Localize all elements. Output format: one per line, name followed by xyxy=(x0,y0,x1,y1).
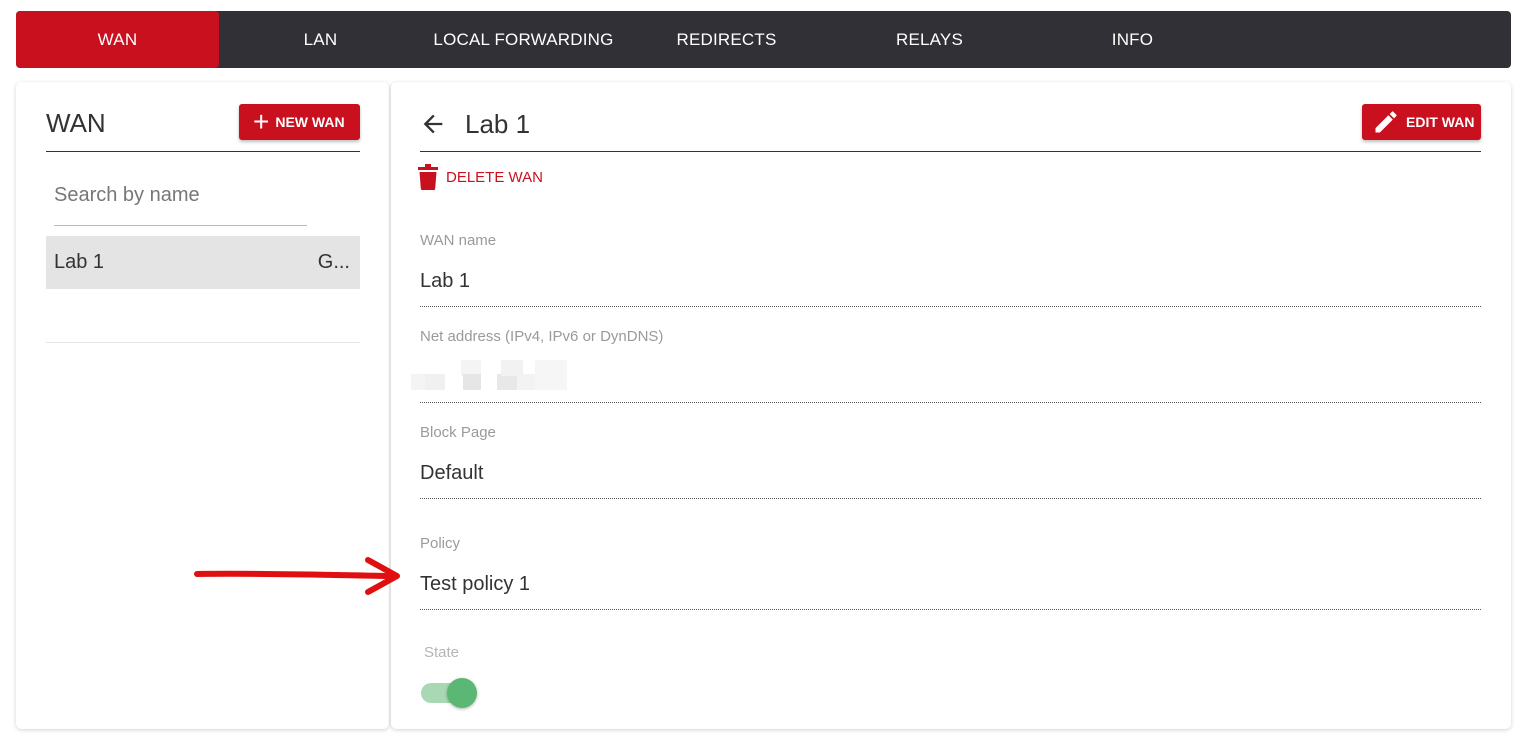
field-value: Lab 1 xyxy=(420,270,471,292)
divider xyxy=(46,342,360,343)
trash-icon xyxy=(418,164,438,190)
wan-detail-panel: Lab 1 EDIT WAN DELETE WAN WAN name Lab 1… xyxy=(391,82,1511,729)
divider xyxy=(46,151,360,152)
divider xyxy=(420,151,1481,152)
tab-local-forwarding[interactable]: LOCAL FORWARDING xyxy=(422,11,625,68)
field-label: WAN name xyxy=(420,232,497,249)
top-nav: WAN LAN LOCAL FORWARDING REDIRECTS RELAY… xyxy=(16,11,1511,68)
tab-wan[interactable]: WAN xyxy=(16,11,219,68)
field-underline xyxy=(420,402,1481,403)
field-label: Net address (IPv4, IPv6 or DynDNS) xyxy=(420,328,664,345)
field-underline xyxy=(420,609,1481,610)
search-field xyxy=(54,184,307,226)
state-label: State xyxy=(424,644,460,661)
pencil-icon xyxy=(1375,111,1397,133)
list-item[interactable]: Lab 1 G... xyxy=(46,236,360,289)
state-toggle[interactable] xyxy=(421,678,479,708)
block-page-field: Block Page Default xyxy=(420,424,1481,499)
delete-wan-button[interactable]: DELETE WAN xyxy=(418,164,543,190)
edit-wan-button[interactable]: EDIT WAN xyxy=(1362,104,1481,140)
net-address-field: Net address (IPv4, IPv6 or DynDNS) xyxy=(420,328,1481,403)
list-item-suffix: G... xyxy=(317,251,350,273)
wan-list-panel: WAN + NEW WAN Lab 1 G... xyxy=(16,82,389,729)
annotation-arrow-icon xyxy=(194,557,400,595)
edit-wan-label: EDIT WAN xyxy=(1406,114,1475,130)
wan-name-field: WAN name Lab 1 xyxy=(420,232,1481,307)
tab-info[interactable]: INFO xyxy=(1031,11,1234,68)
new-wan-label: NEW WAN xyxy=(275,114,345,130)
field-underline xyxy=(420,498,1481,499)
panel-title: WAN xyxy=(46,108,106,138)
toggle-knob xyxy=(447,678,477,708)
tab-redirects[interactable]: REDIRECTS xyxy=(625,11,828,68)
page-title: Lab 1 xyxy=(465,109,531,139)
delete-wan-label: DELETE WAN xyxy=(446,168,543,186)
new-wan-button[interactable]: + NEW WAN xyxy=(239,104,360,140)
redacted-address xyxy=(411,360,571,392)
search-input[interactable] xyxy=(54,184,307,207)
tab-relays[interactable]: RELAYS xyxy=(828,11,1031,68)
field-underline xyxy=(420,306,1481,307)
field-value: Test policy 1 xyxy=(420,573,531,595)
field-label: Policy xyxy=(420,535,461,552)
field-label: Block Page xyxy=(420,424,496,441)
list-item-name: Lab 1 xyxy=(54,251,105,273)
policy-field: Policy Test policy 1 xyxy=(420,535,1481,610)
plus-icon: + xyxy=(253,106,270,137)
field-value: Default xyxy=(420,462,484,484)
arrow-left-icon[interactable] xyxy=(419,110,447,138)
tab-lan[interactable]: LAN xyxy=(219,11,422,68)
